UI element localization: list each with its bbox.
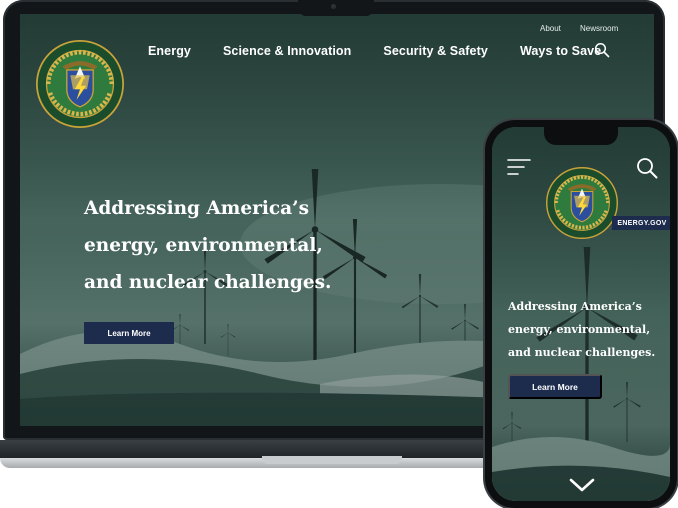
hero-heading: Addressing America’s energy, environment… [84,190,344,301]
phone-frame: ENERGY.GOV Addressing America’s energy, … [485,120,677,508]
utility-link-about[interactable]: About [540,24,561,33]
doe-seal-logo[interactable] [36,40,124,128]
nav-security-safety[interactable]: Security & Safety [383,44,488,58]
hero-line: Addressing America’s [508,300,642,313]
main-nav: Energy Science & Innovation Security & S… [148,44,633,58]
learn-more-button[interactable]: Learn More [508,374,602,399]
laptop-camera-notch [298,0,374,16]
hero-line: and nuclear challenges. [508,346,656,359]
hero-line: energy, environmental, [84,235,323,256]
energy-gov-badge: ENERGY.GOV [612,216,670,230]
learn-more-button[interactable]: Learn More [84,322,174,344]
search-icon[interactable] [636,157,658,179]
nav-science-innovation[interactable]: Science & Innovation [223,44,351,58]
hamburger-menu-icon[interactable] [506,157,532,177]
doe-seal-logo[interactable] [546,167,618,239]
hero-line: and nuclear challenges. [84,272,332,293]
nav-ways-to-save[interactable]: Ways to Save [520,44,601,58]
laptop-lid-notch [262,456,402,464]
mobile-screen: ENERGY.GOV Addressing America’s energy, … [492,127,670,501]
hero-line: energy, environmental, [508,323,651,336]
phone-notch [544,127,618,145]
hero-line: Addressing America’s [84,198,310,219]
search-icon[interactable] [594,42,610,58]
mobile-hero-heading: Addressing America’s energy, environment… [508,295,655,364]
nav-energy[interactable]: Energy [148,44,191,58]
chevron-down-icon[interactable] [568,477,596,493]
utility-link-newsroom[interactable]: Newsroom [580,24,618,33]
